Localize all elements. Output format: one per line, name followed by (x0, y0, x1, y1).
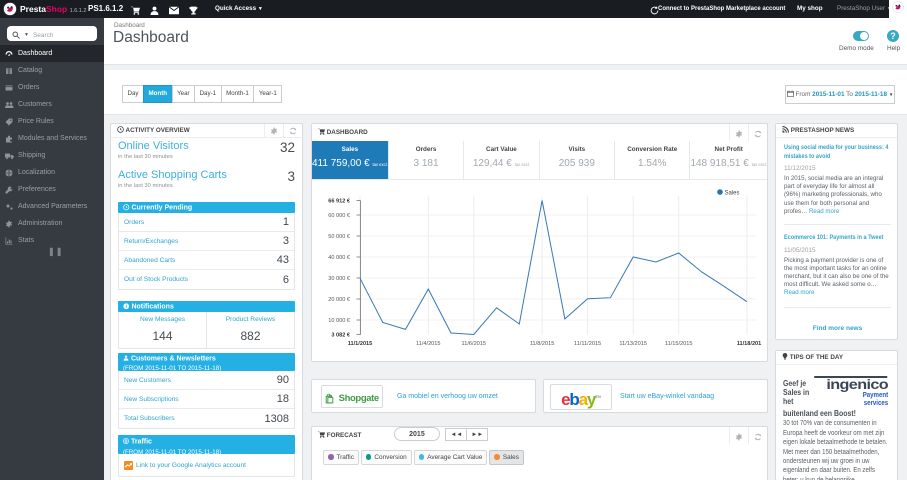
svg-text:11/18/201: 11/18/201 (737, 341, 762, 347)
svg-text:60 000 €: 60 000 € (328, 213, 351, 219)
svg-text:Sales: Sales (725, 191, 740, 197)
svg-text:11/15/2015: 11/15/2015 (665, 341, 693, 347)
svg-text:11/8/2015: 11/8/2015 (530, 341, 554, 347)
svg-text:11/1/2015: 11/1/2015 (348, 341, 373, 347)
svg-text:10 000 €: 10 000 € (328, 318, 351, 324)
svg-text:11/4/2015: 11/4/2015 (416, 341, 440, 347)
svg-text:11/11/2015: 11/11/2015 (574, 341, 601, 347)
svg-text:66 912 €: 66 912 € (328, 199, 351, 205)
svg-text:50 000 €: 50 000 € (328, 234, 351, 240)
svg-text:11/6/2015: 11/6/2015 (462, 341, 486, 347)
svg-text:30 000 €: 30 000 € (328, 276, 351, 282)
svg-text:40 000 €: 40 000 € (328, 255, 351, 261)
svg-text:20 000 €: 20 000 € (328, 297, 351, 303)
svg-text:3 082 €: 3 082 € (331, 333, 351, 339)
svg-text:11/13/2015: 11/13/2015 (619, 341, 647, 347)
